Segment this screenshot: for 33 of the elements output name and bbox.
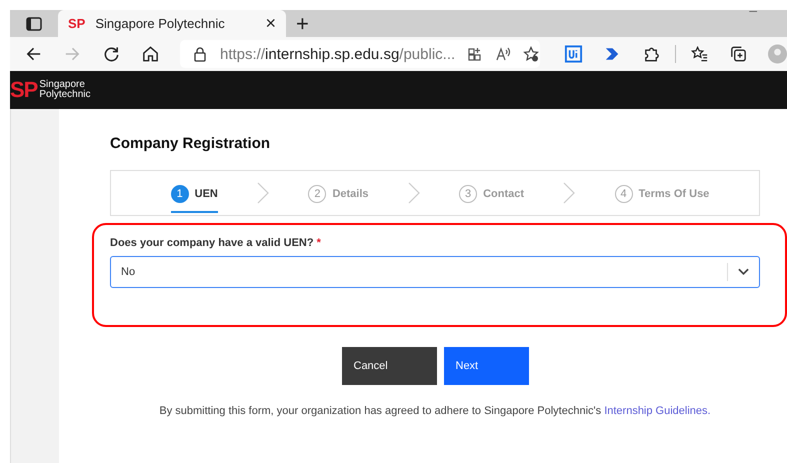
url-text: https://internship.sp.edu.sg/public... <box>220 46 456 62</box>
chevron-down-icon <box>738 268 749 276</box>
collections-icon[interactable] <box>728 44 748 64</box>
guidelines-link[interactable]: Internship Guidelines. <box>604 405 711 417</box>
read-aloud-icon[interactable] <box>495 46 512 62</box>
uen-select[interactable]: No <box>110 256 760 288</box>
step-number: 3 <box>459 185 478 203</box>
tab-title: Singapore Polytechnic <box>95 16 226 31</box>
page-title: Company Registration <box>110 135 272 152</box>
lock-icon <box>192 46 208 62</box>
tab-actions-icon[interactable] <box>26 16 42 30</box>
next-button[interactable]: Next <box>444 347 528 385</box>
minimize-button[interactable]: – <box>749 2 757 18</box>
home-icon[interactable] <box>141 44 160 64</box>
browser-tab[interactable]: SP Singapore Polytechnic × <box>58 10 286 37</box>
ui-extension-icon[interactable] <box>564 44 583 64</box>
step-number: 2 <box>308 185 326 203</box>
cancel-button[interactable]: Cancel <box>342 347 436 385</box>
chevron-icon <box>408 182 420 204</box>
chevron-icon <box>257 182 270 204</box>
question-label: Does your company have a valid UEN? * <box>110 237 322 249</box>
address-bar[interactable]: https://internship.sp.edu.sg/public... <box>180 40 540 68</box>
add-favorite-icon[interactable] <box>523 46 540 62</box>
footer-text: By submitting this form, your organization has agreed to adhere to Singapore Polytechnic's Internship Guidelines. <box>158 405 712 417</box>
step-tab[interactable]: 1 UEN <box>170 177 218 213</box>
new-tab-button[interactable]: + <box>296 12 309 34</box>
close-tab-button[interactable]: × <box>265 13 276 34</box>
apps-icon[interactable] <box>467 46 484 62</box>
favorites-icon[interactable] <box>690 44 709 64</box>
step-number: 1 <box>170 185 189 203</box>
favicon: SP <box>68 16 86 31</box>
step-number: 4 <box>614 185 633 203</box>
chevron-icon <box>563 182 576 204</box>
